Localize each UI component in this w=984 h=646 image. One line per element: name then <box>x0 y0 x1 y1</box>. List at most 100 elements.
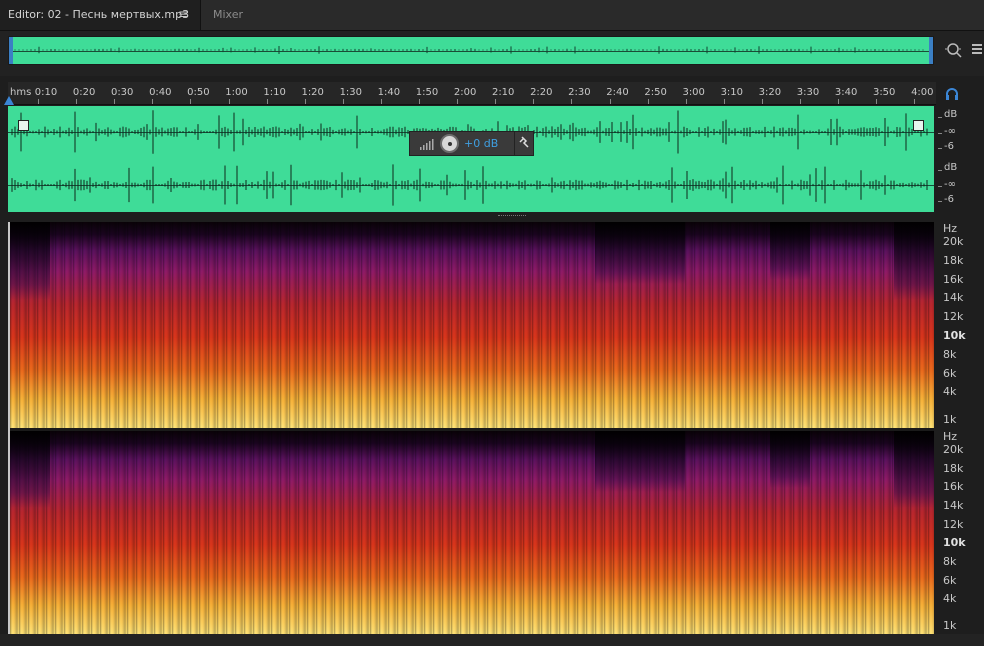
hz-unit: Hz <box>943 430 958 443</box>
ruler-tick-mark <box>647 99 649 104</box>
ruler-tick-mark <box>609 99 611 104</box>
ruler-tick-mark <box>152 99 154 104</box>
ruler-tick-label: 1:40 <box>377 87 401 98</box>
bottom-scrollbar[interactable] <box>0 634 984 646</box>
hz-label: 6k <box>943 574 957 587</box>
ruler-tick-label: 0:40 <box>149 87 172 98</box>
waveform-peaks <box>11 110 928 206</box>
overview-right-handle[interactable] <box>929 37 933 64</box>
ruler-tick-mark <box>38 99 39 104</box>
db-label: -6 <box>944 141 954 152</box>
fade-out-handle[interactable] <box>913 120 924 131</box>
playhead-marker[interactable] <box>4 96 14 105</box>
ruler-tick-mark <box>533 99 535 104</box>
tab-editor[interactable]: Editor: 02 - Песнь мертвых.mp3 ≡ <box>0 0 201 30</box>
pin-icon[interactable] <box>518 136 530 151</box>
ruler-tick-mark <box>723 99 725 104</box>
panel-tab-bar: Editor: 02 - Песнь мертвых.mp3 ≡ Mixer <box>0 0 984 31</box>
level-meter-icon <box>420 138 436 150</box>
tab-menu-icon[interactable]: ≡ <box>178 7 188 21</box>
ruler-tick-label: 3:50 <box>872 87 896 98</box>
ruler-tick-label: 2:40 <box>606 87 629 98</box>
splitter-grip <box>498 215 526 217</box>
ruler-tick-mark <box>380 99 382 104</box>
hz-label: 10k <box>943 329 966 342</box>
volume-value[interactable]: +0 dB <box>464 137 498 150</box>
hz-label: 20k <box>943 443 964 456</box>
ruler-tick-label: 3:20 <box>758 87 782 98</box>
hz-scale-channel2: Hz 20k 18k 16k 14k 12k 10k 8k 6k 4k 1k <box>936 430 984 634</box>
ruler-tick-mark <box>914 99 916 104</box>
ruler-tick-mark <box>761 99 763 104</box>
ruler-tick-label: 1:20 <box>301 87 324 98</box>
spectral-view-channel1[interactable] <box>10 222 934 428</box>
ruler-tick-mark <box>685 99 687 104</box>
hz-scale-channel1: Hz 20k 18k 16k 14k 12k 10k 8k 6k 4k 1k <box>936 222 984 428</box>
zoom-icon[interactable] <box>944 40 964 60</box>
ruler-tick-label: 2:00 <box>453 87 477 98</box>
ruler-tick-mark <box>342 99 344 104</box>
hz-label: 1k <box>943 413 957 426</box>
hz-label: 16k <box>943 480 964 493</box>
ruler-tick-label: 1:00 <box>225 87 248 98</box>
volume-knob[interactable] <box>440 134 459 153</box>
ruler-tick-mark <box>800 99 801 104</box>
hz-label: 4k <box>943 385 957 398</box>
hz-label: 14k <box>943 291 964 304</box>
ruler-tick-mark <box>419 99 420 104</box>
ruler-tick-label: 0:10 <box>34 87 58 98</box>
hz-label: 6k <box>943 367 957 380</box>
ruler-tick-mark <box>266 99 268 104</box>
hz-label: 12k <box>943 310 964 323</box>
overview-left-handle[interactable] <box>9 37 13 64</box>
ruler-tick-label: 3:10 <box>720 87 744 98</box>
db-label: dB <box>944 162 958 173</box>
overview-waveform[interactable] <box>8 36 934 65</box>
tab-mixer-label: Mixer <box>213 8 244 21</box>
hz-label: 12k <box>943 518 964 531</box>
ruler-tick-mark <box>190 99 192 104</box>
ruler-tick-mark <box>228 99 230 104</box>
db-label: -∞ <box>944 179 956 190</box>
headphone-icon[interactable] <box>944 86 960 102</box>
hz-label: 16k <box>943 273 964 286</box>
tab-mixer[interactable]: Mixer <box>201 0 271 30</box>
ruler-tick-label: 2:50 <box>644 87 667 98</box>
ruler-tick-label: 3:00 <box>682 87 705 98</box>
hz-label: 10k <box>943 536 966 549</box>
ruler-tick-label: 0:20 <box>72 87 96 98</box>
hz-label: 1k <box>943 619 957 632</box>
hz-label: 14k <box>943 499 964 512</box>
ruler-tick-mark <box>457 99 459 104</box>
waveform-view[interactable] <box>8 106 934 212</box>
hz-label: 18k <box>943 462 964 475</box>
volume-knob-indicator <box>448 142 452 146</box>
ruler-tick-label: 2:30 <box>568 87 591 98</box>
view-splitter[interactable] <box>8 212 934 219</box>
hud-separator <box>514 132 515 155</box>
ruler-tick-mark <box>304 99 306 104</box>
fade-in-handle[interactable] <box>18 120 29 131</box>
hz-label: 18k <box>943 254 964 267</box>
ruler-tick-label: 3:30 <box>796 87 820 98</box>
spectral-view-channel2[interactable] <box>10 431 934 634</box>
db-scale-channel1: dB -∞ -6 <box>938 106 984 159</box>
hz-unit: Hz <box>943 222 958 235</box>
ruler-tick-mark <box>495 99 497 104</box>
spectral-left-edge <box>8 222 10 634</box>
ruler-tick-label: 1:30 <box>339 87 363 98</box>
overview-peaks <box>14 46 924 54</box>
ruler-tick-label: 2:20 <box>530 87 553 98</box>
hz-label: 8k <box>943 555 957 568</box>
db-label: dB <box>944 109 958 120</box>
ruler-tick-label: 0:30 <box>110 87 134 98</box>
ruler-tick-label: 2:10 <box>491 87 515 98</box>
ruler-tick-mark <box>876 99 878 104</box>
db-scale-channel2: dB -∞ -6 <box>938 159 984 212</box>
ruler-tick-mark <box>571 99 573 104</box>
time-ruler[interactable]: hms 0:10 0:20 0:30 0:40 0:50 1:00 1:10 1:20 1:30… <box>8 82 936 105</box>
ruler-tick-label: 1:10 <box>263 87 286 98</box>
list-icon[interactable] <box>970 40 984 60</box>
hz-label: 8k <box>943 348 957 361</box>
tab-editor-label: Editor: 02 - Песнь мертвых.mp3 <box>8 8 190 21</box>
